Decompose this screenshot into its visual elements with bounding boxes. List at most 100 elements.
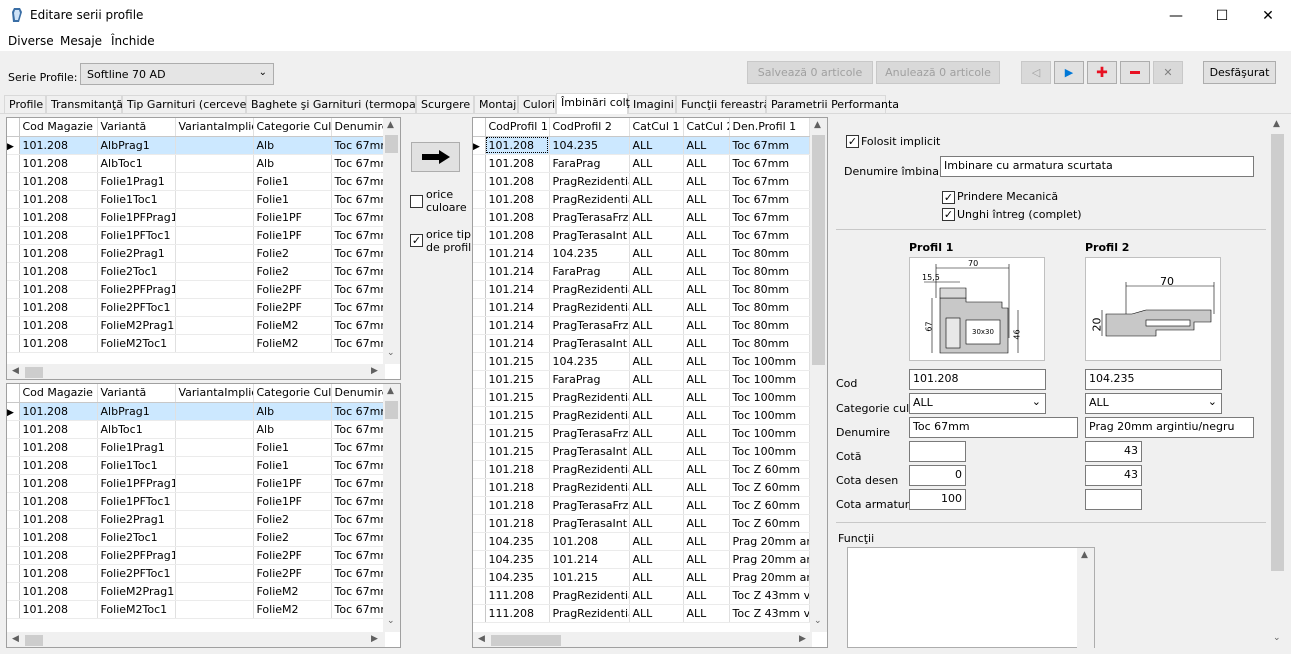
table-cell[interactable]: ALL bbox=[629, 154, 684, 173]
profil2-categorie-select[interactable]: ALL ⌄ bbox=[1085, 393, 1222, 414]
prev-button[interactable]: ◁ bbox=[1021, 61, 1051, 84]
table-cell[interactable]: 101.214 bbox=[485, 334, 550, 353]
row-indicator[interactable] bbox=[7, 546, 20, 565]
table-cell[interactable]: 101.208 bbox=[19, 456, 98, 475]
table-row[interactable]: 101.208 Folie1Toc1 Folie1 Toc 67mm bbox=[7, 190, 390, 209]
table-cell[interactable]: Prag 20mm argintiu bbox=[729, 532, 810, 551]
table-cell[interactable]: 101.208 bbox=[19, 402, 98, 421]
row-indicator[interactable] bbox=[473, 514, 486, 533]
table-cell[interactable]: Toc 80mm bbox=[729, 244, 810, 263]
row-indicator[interactable] bbox=[7, 564, 20, 583]
table-cell[interactable]: Prag 20mm argintiu bbox=[729, 550, 810, 569]
table-row[interactable]: 101.208 Folie1Toc1 Folie1 Toc 67mm bbox=[7, 456, 390, 475]
table-cell[interactable]: ALL bbox=[683, 190, 730, 209]
profil1-cota-desen-input[interactable]: 0 bbox=[909, 465, 966, 486]
table-row[interactable]: 101.208 Folie2PFToc1 Folie2PF Toc 67mm bbox=[7, 564, 390, 583]
row-indicator[interactable] bbox=[7, 316, 20, 335]
table-cell[interactable]: ALL bbox=[683, 136, 730, 155]
table-cell[interactable]: Toc 67mm bbox=[331, 420, 390, 439]
table-cell[interactable]: ALL bbox=[629, 334, 684, 353]
maximize-button[interactable]: ☐ bbox=[1199, 0, 1245, 31]
column-header[interactable]: Categorie Culoare bbox=[253, 118, 332, 137]
table-cell[interactable]: ALL bbox=[629, 280, 684, 299]
table-cell[interactable]: Folie2PF bbox=[253, 298, 332, 317]
table-cell[interactable]: PragRezidentialF bbox=[549, 388, 630, 407]
row-indicator[interactable] bbox=[7, 280, 20, 299]
table-cell[interactable]: ALL bbox=[683, 460, 730, 479]
table-cell[interactable]: 104.235 bbox=[485, 550, 550, 569]
table-cell[interactable]: Toc 67mm bbox=[331, 600, 390, 619]
table-cell[interactable]: 101.214 bbox=[485, 244, 550, 263]
table-row[interactable]: 101.208 Folie2PFPrag1 Folie2PF Toc 67mm bbox=[7, 280, 390, 299]
row-indicator[interactable] bbox=[7, 190, 20, 209]
row-indicator[interactable] bbox=[473, 226, 486, 245]
table-cell[interactable]: ALL bbox=[629, 442, 684, 461]
table-cell[interactable]: Toc 67mm bbox=[331, 528, 390, 547]
table-cell[interactable]: ALL bbox=[683, 226, 730, 245]
table-cell[interactable]: 111.208 bbox=[485, 586, 550, 605]
table-cell[interactable]: 101.215 bbox=[485, 370, 550, 389]
table-cell[interactable] bbox=[175, 438, 254, 457]
table-cell[interactable]: Toc 67mm bbox=[331, 208, 390, 227]
table-row[interactable]: ▶ 101.208 AlbPrag1 Alb Toc 67mm bbox=[7, 402, 390, 421]
table-cell[interactable]: Toc 67mm bbox=[331, 474, 390, 493]
row-indicator[interactable] bbox=[7, 172, 20, 191]
column-header[interactable]: VariantaImplicita bbox=[175, 118, 254, 137]
table-cell[interactable]: ALL bbox=[683, 568, 730, 587]
table-cell[interactable]: ALL bbox=[629, 514, 684, 533]
table-cell[interactable]: 101.208 bbox=[485, 136, 550, 155]
table-cell[interactable]: 101.208 bbox=[19, 208, 98, 227]
table-cell[interactable] bbox=[175, 244, 254, 263]
row-indicator[interactable] bbox=[473, 352, 486, 371]
table-cell[interactable]: FolieM2 bbox=[253, 600, 332, 619]
table-row[interactable]: 101.208 AlbToc1 Alb Toc 67mm bbox=[7, 154, 390, 173]
row-indicator[interactable] bbox=[473, 262, 486, 281]
close-button[interactable]: ✕ bbox=[1245, 0, 1291, 31]
table-row[interactable]: 101.208PragRezidentialFALLALLToc 67mm bbox=[473, 172, 810, 191]
table-cell[interactable] bbox=[175, 280, 254, 299]
table-cell[interactable]: ALL bbox=[683, 550, 730, 569]
table-cell[interactable]: Toc 67mm bbox=[729, 172, 810, 191]
table-cell[interactable]: 101.214 bbox=[485, 280, 550, 299]
column-header[interactable]: Cod Magazie bbox=[19, 118, 98, 137]
table-cell[interactable]: Folie1Prag1 bbox=[97, 438, 176, 457]
table-cell[interactable]: Toc 100mm bbox=[729, 370, 810, 389]
table-cell[interactable]: Prag 20mm argintiu bbox=[729, 568, 810, 587]
row-indicator[interactable] bbox=[473, 370, 486, 389]
table-cell[interactable]: PragRezidentialF bbox=[549, 460, 630, 479]
table-cell[interactable] bbox=[175, 582, 254, 601]
table-cell[interactable]: FolieM2Prag1 bbox=[97, 582, 176, 601]
table-cell[interactable]: 104.235 bbox=[549, 352, 630, 371]
table-row[interactable]: 111.208PragRezidentialIALLALLToc Z 43mm … bbox=[473, 604, 810, 623]
table-cell[interactable]: 101.208 bbox=[19, 136, 98, 155]
table-row[interactable]: 101.214 PragTerasaInt ALL ALL Toc 80mm bbox=[473, 334, 810, 353]
table-cell[interactable]: FolieM2Toc1 bbox=[97, 600, 176, 619]
table-cell[interactable]: Folie1 bbox=[253, 438, 332, 457]
row-indicator[interactable] bbox=[7, 474, 20, 493]
table-cell[interactable]: 101.214 bbox=[485, 262, 550, 281]
table-cell[interactable]: 101.208 bbox=[19, 474, 98, 493]
row-indicator[interactable] bbox=[473, 280, 486, 299]
table-cell[interactable]: Toc 80mm bbox=[729, 262, 810, 281]
table-cell[interactable]: 101.215 bbox=[485, 442, 550, 461]
table-cell[interactable]: Toc 67mm bbox=[331, 244, 390, 263]
table-cell[interactable]: FaraPrag bbox=[549, 154, 630, 173]
table-row[interactable]: 101.208 FaraPrag ALL ALL Toc 67mm bbox=[473, 154, 810, 173]
table-cell[interactable]: ALL bbox=[683, 514, 730, 533]
table-cell[interactable]: ALL bbox=[683, 298, 730, 317]
minimize-button[interactable]: — bbox=[1153, 0, 1199, 31]
table-cell[interactable] bbox=[175, 456, 254, 475]
table-cell[interactable]: 101.208 bbox=[19, 600, 98, 619]
table-cell[interactable]: AlbPrag1 bbox=[97, 402, 176, 421]
table-row[interactable]: 101.215PragRezidentialFALLALLToc 100mm bbox=[473, 388, 810, 407]
tab-parametrii-performanta[interactable]: Parametrii Performanta bbox=[766, 95, 899, 113]
table-cell[interactable]: Folie2 bbox=[253, 262, 332, 281]
table-cell[interactable]: ALL bbox=[629, 586, 684, 605]
profil1-denumire-input[interactable]: Toc 67mm bbox=[909, 417, 1078, 438]
row-indicator[interactable] bbox=[473, 460, 486, 479]
table-cell[interactable]: Folie2PFPrag1 bbox=[97, 280, 176, 299]
row-indicator[interactable]: ▶ bbox=[7, 402, 20, 421]
table-cell[interactable]: Toc 67mm bbox=[331, 456, 390, 475]
table-cell[interactable]: ALL bbox=[629, 478, 684, 497]
table-cell[interactable]: 101.208 bbox=[19, 316, 98, 335]
